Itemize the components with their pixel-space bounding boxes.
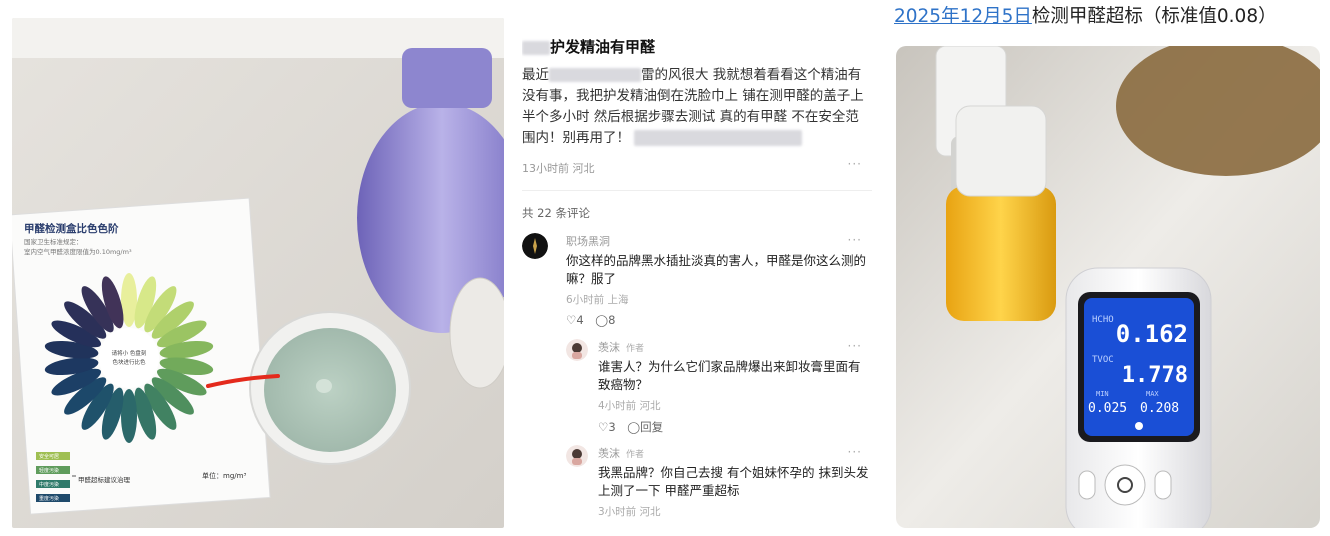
max-reading: 0.208 [1140, 401, 1179, 416]
svg-text:单位：mg/m³: 单位：mg/m³ [202, 471, 246, 480]
measurement-panel: 2025年12月5日检测甲醛超标（标准值0.08） HCHO 0.162 TVO… [894, 0, 1324, 536]
formaldehyde-test-photo: 甲醛检测盒比色色阶 国家卫生标准规定： 室内空气甲醛浓度限值为0.10mg/m³… [12, 18, 504, 528]
svg-text:室内空气甲醛浓度限值为0.10mg/m³: 室内空气甲醛浓度限值为0.10mg/m³ [24, 247, 132, 256]
svg-text:安全可居: 安全可居 [39, 453, 59, 460]
comment-text: 你这样的品牌黑水插扯淡真的害人，甲醛是你这么测的嘛？服了 [566, 253, 867, 286]
svg-text:甲醛超标建议治理: 甲醛超标建议治理 [78, 475, 131, 484]
post-title: 护发精油有甲醛 [522, 36, 872, 57]
reply-text: 谁害人？为什么它们家品牌爆出来卸妆膏里面有致癌物？ [598, 359, 861, 392]
post-panel: 护发精油有甲醛 最近 雷的风很大 我就想着看看这个精油有没有事，我把护发精油倒在洗… [522, 30, 872, 536]
svg-text:TVOC: TVOC [1092, 355, 1114, 365]
more-icon[interactable]: ··· [848, 445, 862, 459]
comment-item: ··· 职场黑洞 你这样的品牌黑水插扯淡真的害人，甲醛是你这么测的嘛？服了 6小… [522, 233, 872, 327]
hcho-reading: 0.162 [1116, 320, 1188, 348]
divider [522, 190, 872, 191]
blurred-brand [522, 40, 550, 55]
more-icon[interactable]: ··· [848, 339, 862, 353]
comment-bubble-icon[interactable]: ◯ [595, 313, 608, 327]
reply-button[interactable]: 回复 [640, 420, 663, 434]
post-body: 最近 雷的风很大 我就想着看看这个精油有没有事，我把护发精油倒在洗脸巾上 铺在测甲… [522, 67, 864, 146]
comment-meta: 6小时前 上海 [566, 294, 629, 306]
svg-text:HCHO: HCHO [1092, 315, 1114, 325]
like-count: 3 [608, 420, 616, 434]
tvoc-reading: 1.778 [1122, 363, 1188, 388]
avatar[interactable] [522, 233, 548, 259]
heart-icon[interactable]: ♡ [566, 313, 576, 327]
reply-count: 8 [608, 313, 616, 327]
reply-author[interactable]: 羡沫 [598, 341, 620, 354]
power-button[interactable] [1104, 464, 1146, 506]
svg-text:请将小 色盘刻: 请将小 色盘刻 [112, 349, 147, 357]
reply-item: ··· 羡沫 作者 我黑品牌？你自己去搜 有个姐妹怀孕的 抹到头发上测了一下 甲醛… [566, 445, 872, 519]
svg-text:色块进行比色: 色块进行比色 [112, 358, 146, 366]
author-tag: 作者 [626, 450, 645, 460]
post-meta: 13小时前 河北 [522, 162, 595, 175]
comments-count: 共 22 条评论 [522, 206, 590, 220]
reply-meta: 3小时前 河北 [598, 506, 661, 518]
svg-text:MAX: MAX [1146, 390, 1159, 398]
reply-meta: 4小时前 河北 [598, 400, 661, 412]
more-icon[interactable]: ··· [848, 233, 862, 247]
more-icon[interactable]: ··· [848, 157, 862, 171]
measurement-title: 2025年12月5日检测甲醛超标（标准值0.08） [894, 6, 1277, 27]
heart-icon[interactable]: ♡ [598, 420, 608, 434]
min-reading: 0.025 [1088, 401, 1127, 416]
date-link[interactable]: 2025年12月5日 [894, 6, 1032, 27]
svg-text:中度污染: 中度污染 [39, 481, 59, 488]
comment-author[interactable]: 职场黑洞 [566, 233, 872, 249]
svg-text:轻度污染: 轻度污染 [39, 467, 59, 474]
svg-text:MIN: MIN [1096, 390, 1109, 398]
blurred-text [549, 68, 641, 82]
comment-bubble-icon[interactable]: ◯ [627, 420, 640, 434]
chart-card-title: 甲醛检测盒比色色阶 [24, 222, 119, 235]
svg-text:国家卫生标准规定：: 国家卫生标准规定： [24, 237, 83, 246]
blurred-text [634, 130, 802, 146]
right-button[interactable] [1154, 470, 1172, 500]
reply-text: 我黑品牌？你自己去搜 有个姐妹怀孕的 抹到头发上测了一下 甲醛严重超标 [598, 465, 869, 498]
author-tag: 作者 [626, 344, 645, 354]
detector-photo: HCHO 0.162 TVOC 1.778 MIN MAX 0.025 0.20… [896, 46, 1320, 528]
reply-author[interactable]: 羡沫 [598, 447, 620, 460]
svg-text:重度污染: 重度污染 [39, 495, 59, 502]
avatar[interactable] [566, 339, 588, 361]
avatar[interactable] [566, 445, 588, 467]
like-count: 4 [576, 313, 584, 327]
reply-item: ··· 羡沫 作者 谁害人？为什么它们家品牌爆出来卸妆膏里面有致癌物？ 4小时前 … [566, 339, 872, 435]
left-button[interactable] [1078, 470, 1096, 500]
